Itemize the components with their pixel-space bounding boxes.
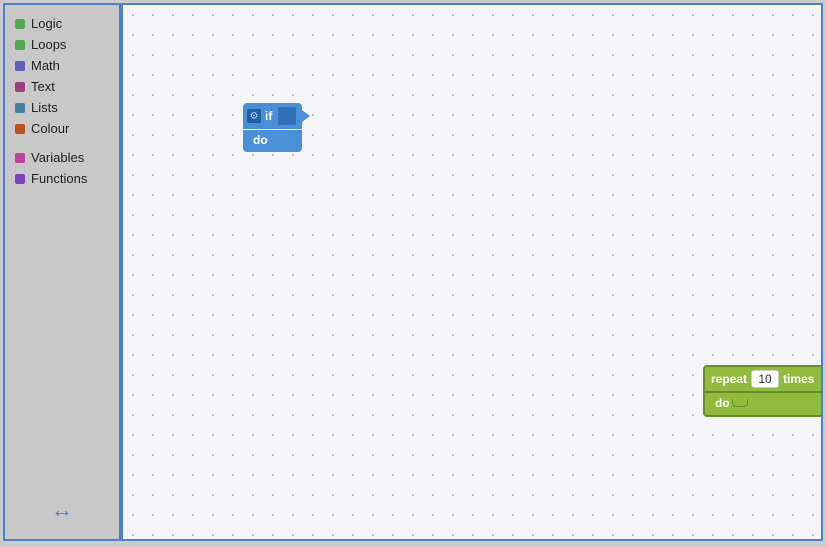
math-color-dot [15,61,25,71]
sidebar-label-loops: Loops [31,37,66,52]
lists-color-dot [15,103,25,113]
functions-color-dot [15,174,25,184]
repeat-label: repeat [711,372,747,386]
if-block[interactable]: ⚙ if do [243,103,302,152]
sidebar-label-math: Math [31,58,60,73]
sidebar-item-functions[interactable]: Functions [5,168,119,189]
repeat-do-label: do [715,396,730,410]
repeat-block-bottom: do [703,393,821,417]
sidebar-label-colour: Colour [31,121,69,136]
repeat-block[interactable]: repeat 10 times do [703,365,821,417]
main-window: Logic Loops Math Text Lists Colour Varia… [3,3,823,541]
if-block-bottom: do [243,130,302,152]
sidebar-separator [5,139,119,147]
sidebar-item-colour[interactable]: Colour [5,118,119,139]
repeat-value: 10 [758,372,771,386]
logic-color-dot [15,19,25,29]
times-label: times [783,372,814,386]
sidebar-item-loops[interactable]: Loops [5,34,119,55]
repeat-do-notch [732,399,748,407]
if-block-top: ⚙ if [243,103,302,129]
do-label: do [253,133,268,147]
gear-icon[interactable]: ⚙ [247,109,261,123]
sidebar-label-text: Text [31,79,55,94]
sidebar: Logic Loops Math Text Lists Colour Varia… [5,5,123,539]
do-notch [270,136,284,144]
sidebar-item-lists[interactable]: Lists [5,97,119,118]
text-color-dot [15,82,25,92]
sidebar-item-math[interactable]: Math [5,55,119,76]
sidebar-label-functions: Functions [31,171,87,186]
sidebar-item-text[interactable]: Text [5,76,119,97]
resize-handle[interactable]: ↔ [51,497,73,523]
sidebar-item-variables[interactable]: Variables [5,147,119,168]
repeat-value-input[interactable]: 10 [751,370,779,388]
if-label: if [265,109,272,123]
blockly-canvas[interactable]: ⚙ if do repeat 10 times do [123,5,821,539]
sidebar-label-variables: Variables [31,150,84,165]
repeat-block-top: repeat 10 times [703,365,821,393]
colour-color-dot [15,124,25,134]
sidebar-label-lists: Lists [31,100,58,115]
if-condition-slot[interactable] [278,107,296,125]
sidebar-item-logic[interactable]: Logic [5,13,119,34]
sidebar-label-logic: Logic [31,16,62,31]
variables-color-dot [15,153,25,163]
loops-color-dot [15,40,25,50]
resize-icon: ↔ [51,497,73,522]
